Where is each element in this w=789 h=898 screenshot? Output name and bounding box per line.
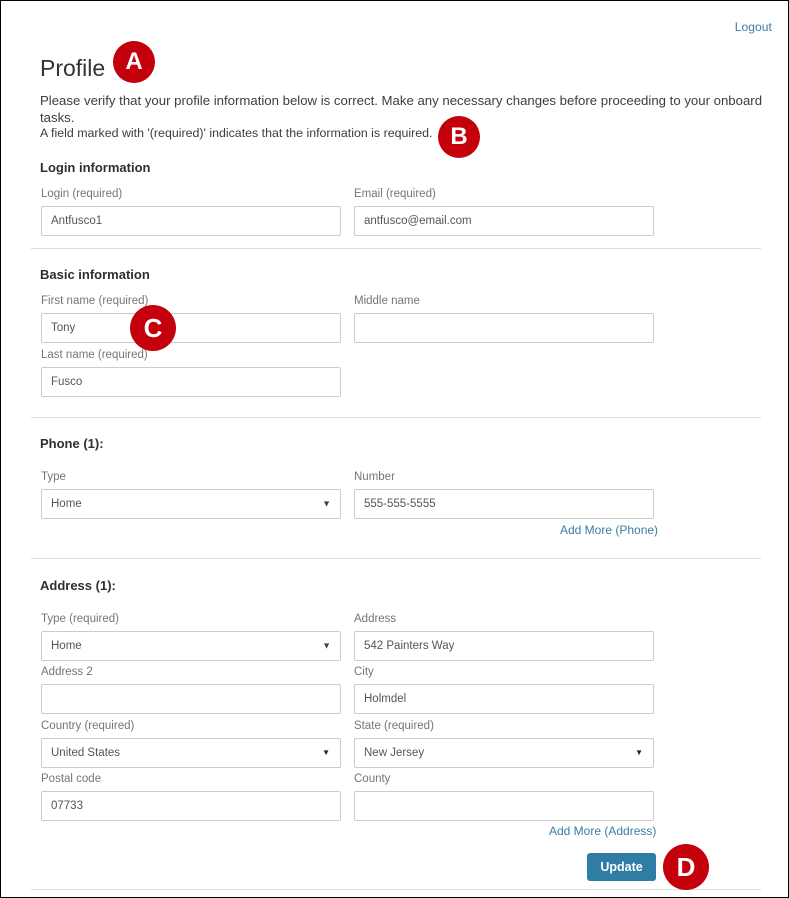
profile-page: Logout Profile Please verify that your p… [0, 0, 789, 898]
label-address-line1: Address [354, 613, 397, 625]
field-email: Email (required) [354, 188, 654, 236]
address-type-selected-value: Home [51, 639, 82, 652]
field-middle-name: Middle name [354, 295, 654, 343]
label-phone-number: Number [354, 471, 395, 483]
label-postal-code: Postal code [41, 773, 102, 785]
label-state: State (required) [354, 720, 434, 732]
field-address-line1: Address [354, 613, 654, 661]
chevron-down-icon: ▼ [322, 498, 331, 509]
label-city: City [354, 666, 374, 678]
login-input[interactable] [41, 205, 341, 236]
logout-link[interactable]: Logout [735, 20, 772, 34]
logout-container: Logout [735, 18, 772, 36]
field-phone-type: Type Home ▼ [41, 471, 341, 519]
label-last-name: Last name (required) [41, 349, 148, 361]
field-login: Login (required) [41, 188, 341, 236]
divider-footer [31, 889, 761, 890]
chevron-down-icon: ▼ [635, 747, 643, 757]
annotation-badge-a: A [113, 41, 155, 83]
label-county: County [354, 773, 391, 785]
annotation-badge-b: B [438, 116, 480, 158]
postal-code-input[interactable] [41, 790, 341, 821]
section-heading-phone: Phone (1): [40, 436, 104, 451]
label-address-type: Type (required) [41, 613, 119, 625]
state-select[interactable]: New Jersey ▼ [354, 737, 654, 768]
add-more-address-link[interactable]: Add More (Address) [549, 824, 656, 838]
section-heading-basic: Basic information [40, 267, 150, 282]
chevron-down-icon: ▼ [322, 640, 331, 651]
annotation-badge-d: D [663, 844, 709, 890]
add-more-phone-link[interactable]: Add More (Phone) [560, 523, 658, 537]
label-middle-name: Middle name [354, 295, 420, 307]
label-phone-type: Type [41, 471, 66, 483]
address-line1-input[interactable] [354, 630, 654, 661]
intro-text-required-note: A field marked with '(required)' indicat… [40, 126, 433, 140]
city-input[interactable] [354, 683, 654, 714]
address-type-select[interactable]: Home ▼ [41, 630, 341, 661]
field-first-name: First name (required) [41, 295, 341, 343]
update-button[interactable]: Update [587, 853, 656, 881]
first-name-input[interactable] [41, 312, 341, 343]
divider-after-login [31, 248, 761, 249]
address-line2-input[interactable] [41, 683, 341, 714]
phone-type-selected-value: Home [51, 497, 82, 510]
phone-number-input[interactable] [354, 488, 654, 519]
field-postal-code: Postal code [41, 773, 341, 821]
chevron-down-icon: ▼ [322, 747, 330, 757]
country-select[interactable]: United States ▼ [41, 737, 341, 768]
divider-after-basic [31, 417, 761, 418]
field-phone-number: Number [354, 471, 654, 519]
intro-text-primary: Please verify that your profile informat… [40, 93, 763, 126]
field-country: Country (required) United States ▼ [41, 720, 341, 768]
county-input[interactable] [354, 790, 654, 821]
section-heading-login: Login information [40, 160, 151, 175]
label-first-name: First name (required) [41, 295, 149, 307]
field-last-name: Last name (required) [41, 349, 341, 397]
middle-name-input[interactable] [354, 312, 654, 343]
email-input[interactable] [354, 205, 654, 236]
country-selected-value: United States [51, 746, 121, 759]
phone-type-select[interactable]: Home ▼ [41, 488, 341, 519]
label-login: Login (required) [41, 188, 123, 200]
state-selected-value: New Jersey [364, 746, 425, 759]
last-name-input[interactable] [41, 366, 341, 397]
annotation-badge-c: C [130, 305, 176, 351]
section-heading-address: Address (1): [40, 578, 116, 593]
field-county: County [354, 773, 654, 821]
field-address-line2: Address 2 [41, 666, 341, 714]
label-address-line2: Address 2 [41, 666, 93, 678]
divider-after-phone [31, 558, 761, 559]
label-country: Country (required) [41, 720, 135, 732]
label-email: Email (required) [354, 188, 436, 200]
field-state: State (required) New Jersey ▼ [354, 720, 654, 768]
field-address-type: Type (required) Home ▼ [41, 613, 341, 661]
page-title: Profile [40, 55, 106, 81]
field-city: City [354, 666, 654, 714]
